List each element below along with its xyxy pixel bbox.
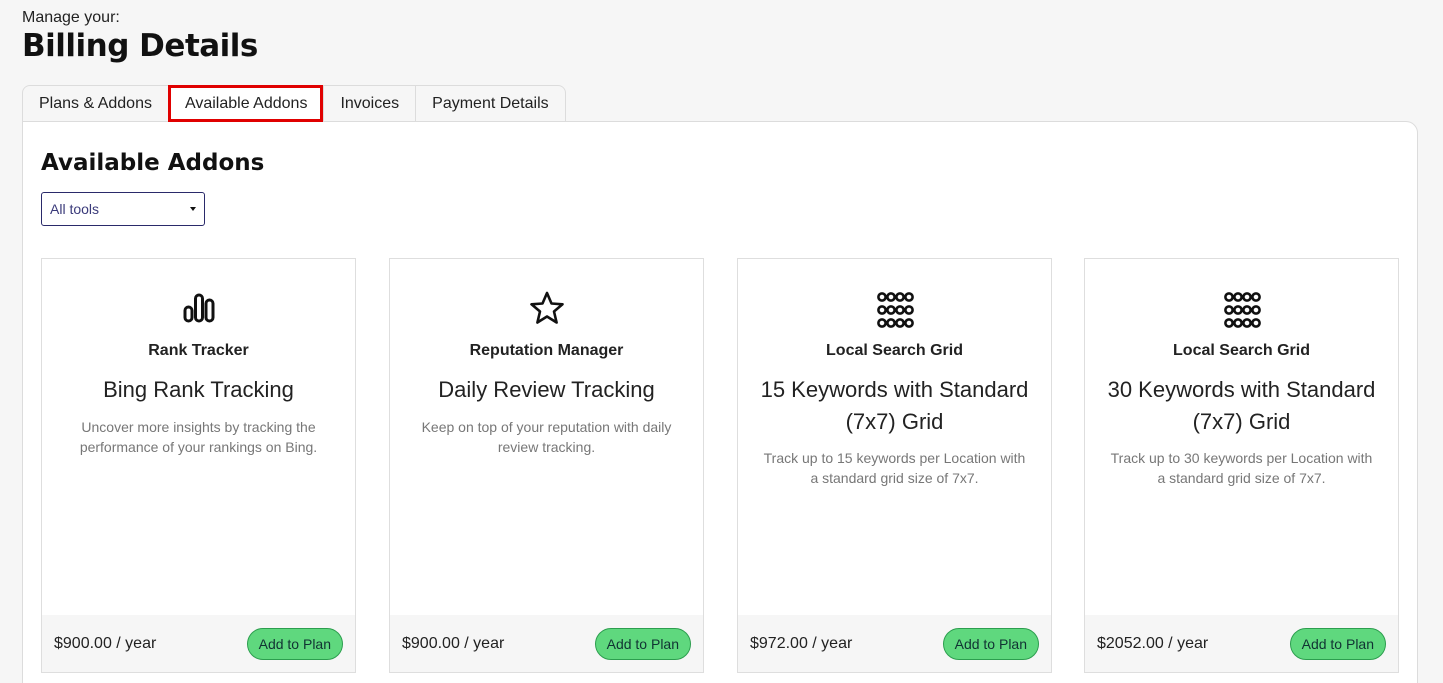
addon-description: Track up to 15 keywords per Location wit… [763,450,1026,486]
addon-title: Daily Review Tracking [438,377,655,402]
addon-description: Uncover more insights by tracking the pe… [79,419,318,455]
add-to-plan-button[interactable]: Add to Plan [594,627,691,660]
addon-price: $900.00 / year [54,634,157,652]
addon-description: Keep on top of your reputation with dail… [421,419,672,455]
addon-price: $900.00 / year [402,634,505,652]
addon-price: $2052.00 / year [1097,634,1209,652]
tab-plans-addons[interactable]: Plans & Addons [22,85,168,122]
addon-footer: $972.00 / year Add to Plan [738,615,1051,672]
addon-price: $972.00 / year [750,634,853,652]
bar-chart-icon [183,293,214,323]
addon-card-30-keywords-grid: Local Search Grid 30 Keywords with Stand… [1084,258,1399,673]
addon-card-daily-review-tracking: Reputation Manager Daily Review Tracking… [389,258,704,673]
grid-dots-icon [876,292,914,328]
tab-invoices[interactable]: Invoices [323,85,416,122]
tab-payment-details[interactable]: Payment Details [415,85,566,122]
header-subtitle: Manage your: [22,9,120,26]
add-to-plan-button[interactable]: Add to Plan [942,627,1039,660]
tool-filter-value: All tools [50,201,100,217]
addon-description: Track up to 30 keywords per Location wit… [1110,450,1373,486]
addon-tool-name: Local Search Grid [826,342,963,359]
addon-card-15-keywords-grid: Local Search Grid 15 Keywords with Stand… [737,258,1052,673]
addon-tool-name: Rank Tracker [148,342,249,359]
caret-down-icon [190,207,196,211]
addon-card-bing-rank-tracking: Rank Tracker Bing Rank Tracking Uncover … [41,258,356,673]
billing-tabs: Plans & Addons Available Addons Invoices… [22,85,566,122]
addon-tool-name: Local Search Grid [1173,342,1310,359]
addon-footer: $2052.00 / year Add to Plan [1085,615,1398,672]
section-title: Available Addons [41,150,265,176]
tool-filter-select[interactable]: All tools [41,192,205,226]
addon-footer: $900.00 / year Add to Plan [42,615,355,672]
grid-dots-icon [1223,292,1261,328]
tab-available-addons[interactable]: Available Addons [167,85,324,122]
add-to-plan-button[interactable]: Add to Plan [246,627,343,660]
addon-title: Bing Rank Tracking [103,377,294,402]
addon-title: 15 Keywords with Standard (7x7) Grid [760,377,1029,434]
addon-title: 30 Keywords with Standard (7x7) Grid [1107,377,1376,434]
addon-footer: $900.00 / year Add to Plan [390,615,703,672]
addon-tool-name: Reputation Manager [469,342,624,359]
add-to-plan-button[interactable]: Add to Plan [1289,627,1386,660]
star-icon [529,291,564,324]
page-title: Billing Details [22,28,258,64]
